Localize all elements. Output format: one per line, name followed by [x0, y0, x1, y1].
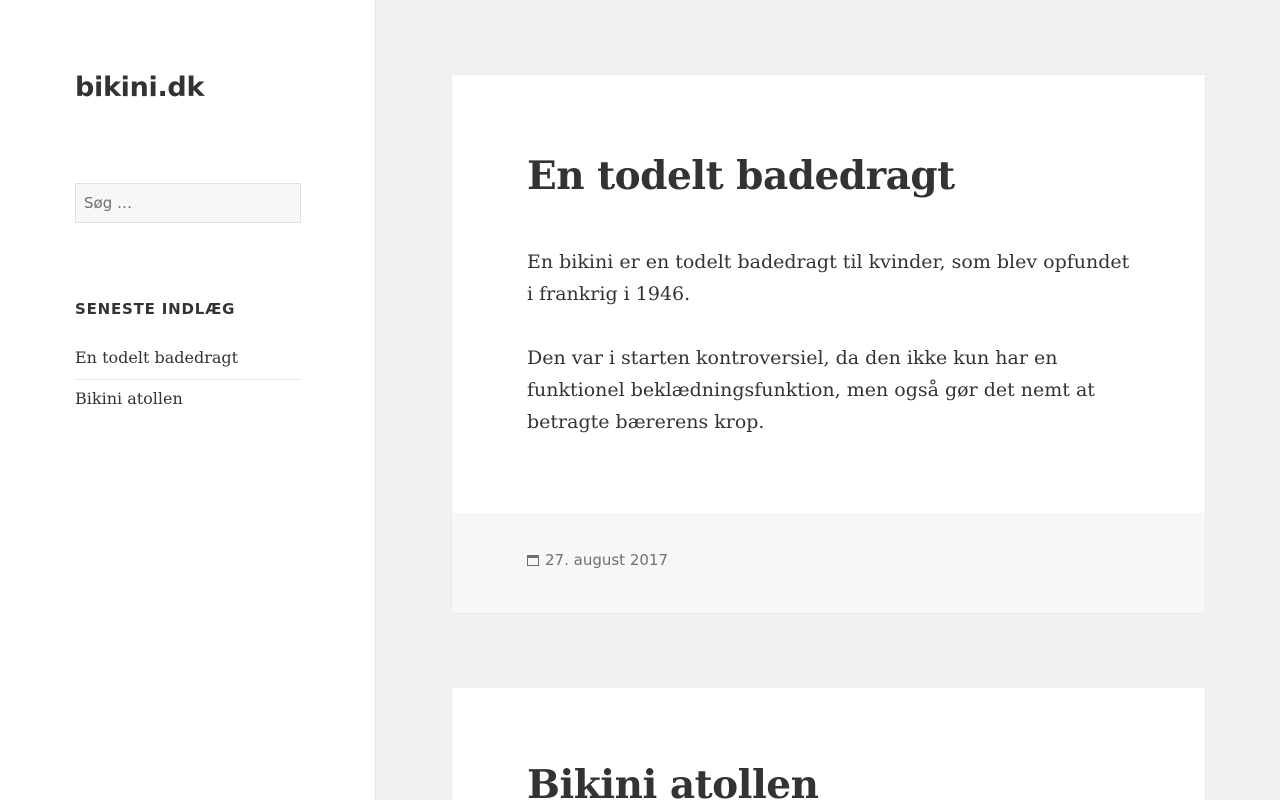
post-title[interactable]: En todelt badedragt [527, 153, 955, 199]
post-paragraph: Den var i starten kontroversiel, da den … [527, 347, 1095, 433]
post-card: En todelt badedragt En bikini er en tode… [451, 74, 1206, 614]
recent-posts-list: En todelt badedragt Bikini atollen [75, 339, 302, 419]
post-date: 27. august 2017 [527, 551, 668, 569]
post-content: En bikini er en todelt badedragt til kvi… [527, 246, 1132, 470]
recent-posts-title: SENESTE INDLÆG [75, 300, 236, 318]
post-footer: 27. august 2017 [452, 513, 1205, 613]
calendar-icon [527, 554, 539, 566]
search-input[interactable]: Søg … [75, 183, 301, 223]
post-card: Bikini atollen [451, 687, 1206, 800]
site-title[interactable]: bikini.dk [75, 72, 204, 103]
recent-post-link[interactable]: Bikini atollen [75, 389, 183, 408]
sidebar: bikini.dk Søg … SENESTE INDLÆG En todelt… [0, 0, 376, 800]
post-date-link[interactable]: 27. august 2017 [545, 551, 668, 569]
list-item: Bikini atollen [75, 379, 302, 419]
recent-post-link[interactable]: En todelt badedragt [75, 348, 238, 367]
post-paragraph: En bikini er en todelt badedragt til kvi… [527, 251, 1130, 305]
post-title[interactable]: Bikini atollen [527, 762, 819, 800]
list-item: En todelt badedragt [75, 339, 302, 379]
